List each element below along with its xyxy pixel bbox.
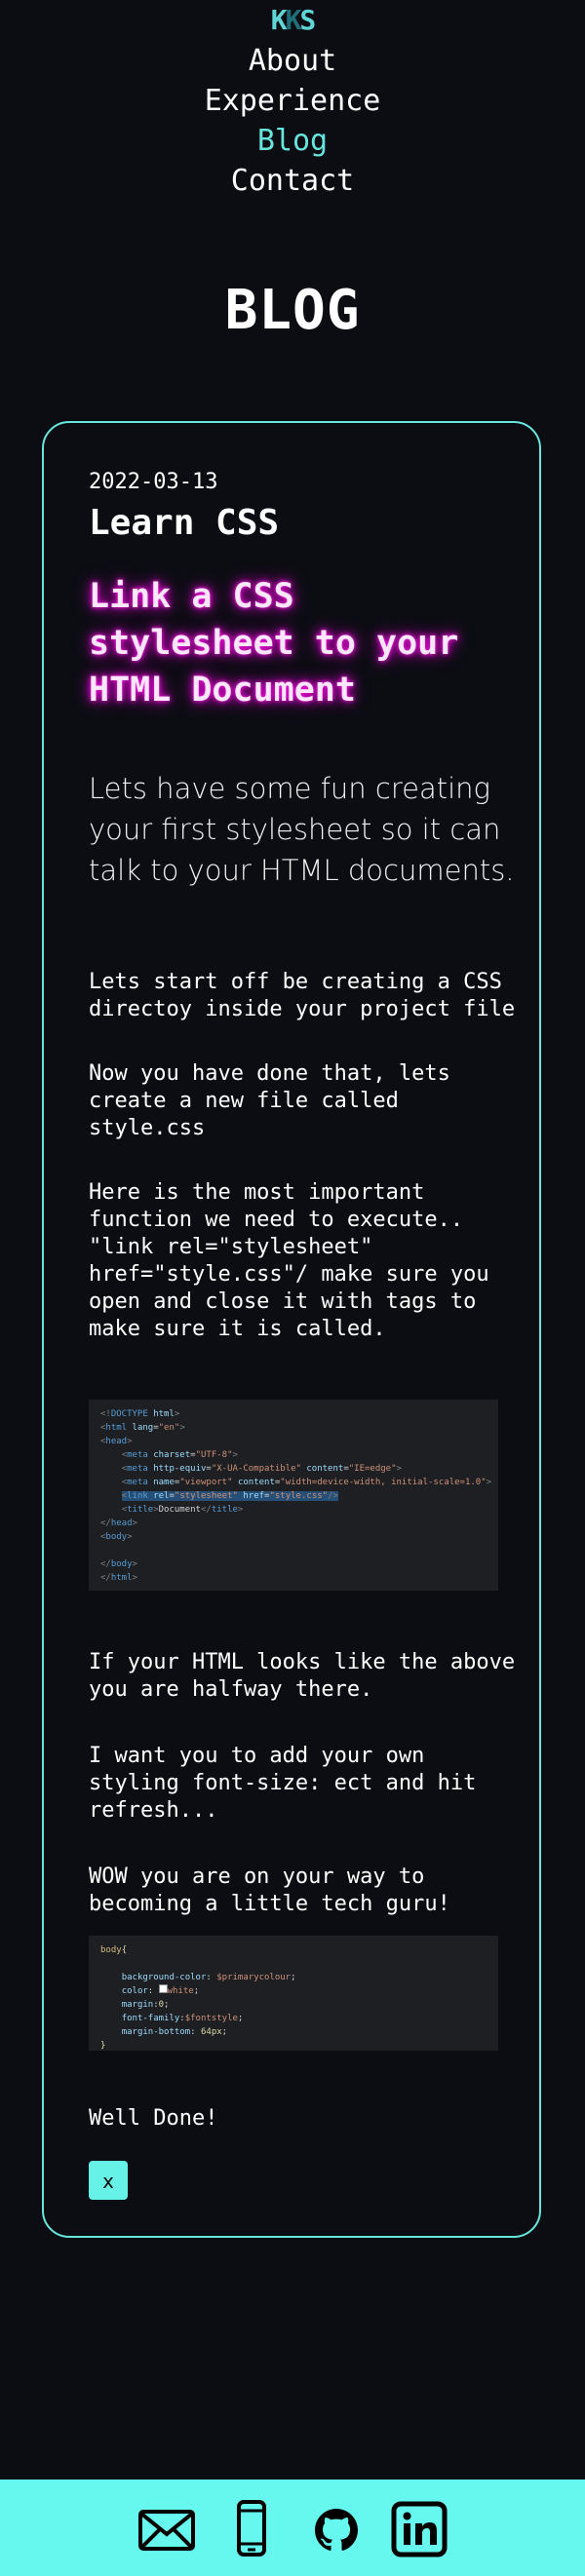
nav-about[interactable]: About xyxy=(0,41,585,81)
main-nav: About Experience Blog Contact xyxy=(0,41,585,201)
logo[interactable]: KKS xyxy=(0,4,585,36)
post-date: 2022-03-13 xyxy=(89,470,218,494)
post-closing: Well Done! xyxy=(89,2106,218,2131)
css-code-screenshot: body{ background-color: $primarycolour; … xyxy=(89,1936,498,2051)
post-paragraph: WOW you are on your way to becoming a li… xyxy=(89,1865,450,1916)
post-paragraph: Here is the most important function we n… xyxy=(89,1180,489,1341)
post-intro: Lets have some fun creating your first s… xyxy=(89,772,515,887)
post-paragraph: If your HTML looks like the above you ar… xyxy=(89,1650,516,1702)
phone-icon[interactable] xyxy=(236,2499,267,2561)
close-post-button[interactable]: x xyxy=(89,2161,128,2200)
post-paragraph: Lets start off be creating a CSS directo… xyxy=(89,970,516,1021)
github-icon[interactable] xyxy=(315,2509,358,2556)
blog-post-card: 2022-03-13 Learn CSS Link a CSS styleshe… xyxy=(42,421,541,2238)
nav-blog[interactable]: Blog xyxy=(0,121,585,161)
post-title: Learn CSS xyxy=(89,503,280,543)
post-paragraph: Now you have done that, lets create a ne… xyxy=(89,1061,450,1140)
nav-experience[interactable]: Experience xyxy=(0,81,585,121)
page-title: BLOG xyxy=(224,279,361,342)
post-headline: Link a CSS stylesheet to your HTML Docum… xyxy=(89,577,459,710)
html-code-screenshot: <!DOCTYPE html> <html lang="en"> <head> … xyxy=(89,1400,498,1591)
footer xyxy=(0,2480,585,2576)
nav-contact[interactable]: Contact xyxy=(0,161,585,201)
mail-icon[interactable] xyxy=(137,2509,196,2556)
post-paragraph: I want you to add your own styling font-… xyxy=(89,1744,477,1823)
linkedin-icon[interactable] xyxy=(391,2501,448,2561)
